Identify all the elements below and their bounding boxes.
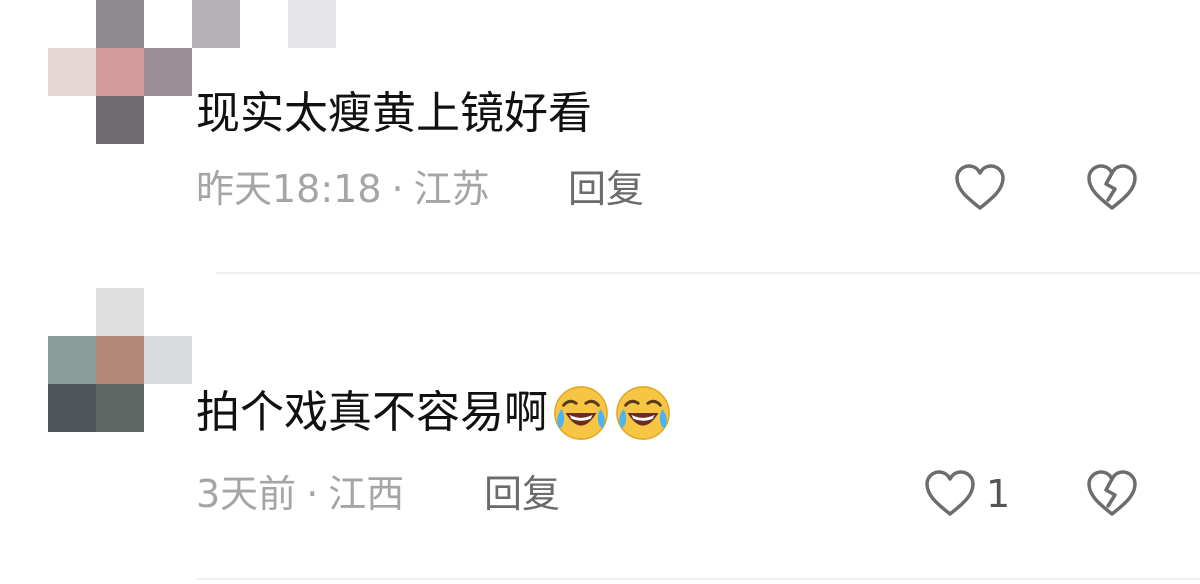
avatar-pixel	[144, 336, 192, 384]
comment-meta: 3天前 · 江西	[196, 471, 404, 517]
laughing-crying-emoji-icon	[554, 386, 608, 440]
laughing-crying-emoji-icon	[616, 386, 670, 440]
avatar-pixel	[48, 336, 96, 384]
dislike-button[interactable]	[1086, 470, 1138, 522]
heart-icon	[925, 470, 975, 516]
like-count: 1	[986, 472, 1011, 516]
meta-separator: ·	[306, 472, 319, 516]
broken-heart-icon	[1087, 470, 1137, 516]
comment-location: 江西	[328, 472, 405, 516]
like-button[interactable]: 1	[924, 470, 1010, 518]
avatar-pixel	[96, 384, 144, 432]
comment-item: 拍个戏真不容易啊 3天前 · 江西 回复 1	[0, 0, 1200, 584]
avatar-pixel	[96, 288, 144, 336]
reply-button[interactable]: 回复	[484, 471, 560, 517]
avatar-pixel	[96, 336, 144, 384]
avatar-pixel	[48, 384, 96, 432]
divider	[196, 578, 1200, 580]
comment-time: 3天前	[196, 472, 297, 516]
comment-text: 拍个戏真不容易啊	[196, 384, 672, 442]
comment-body: 拍个戏真不容易啊	[196, 387, 548, 438]
